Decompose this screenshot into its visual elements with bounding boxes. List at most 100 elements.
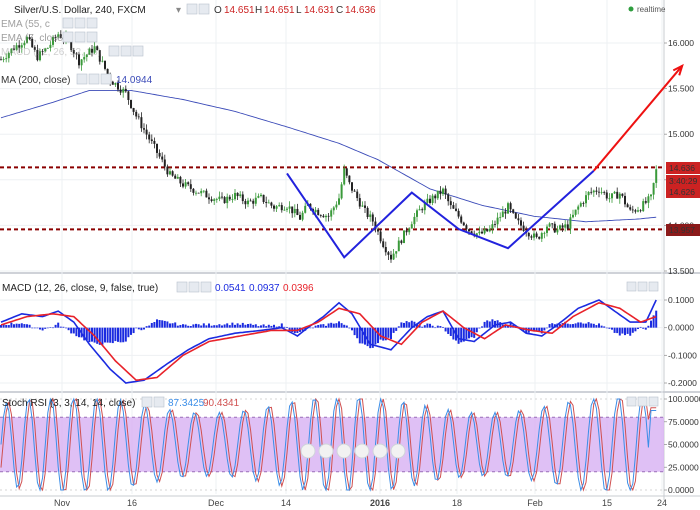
macd-hist-bar [616,327,619,334]
macd-hist-bar [618,327,621,336]
candle-body [501,211,504,218]
jump-to-end-icon[interactable] [390,443,406,459]
zoom-out-icon[interactable] [300,443,316,459]
close-icon[interactable] [200,281,212,293]
eye-icon[interactable] [62,17,74,29]
macd-hist-bar [543,327,546,331]
eye-icon[interactable] [76,73,88,85]
symbol-title[interactable]: Silver/U.S. Dollar, 240, FXCM [14,5,146,16]
candle-body [647,196,650,203]
eye-icon[interactable] [108,45,120,57]
reset-icon[interactable] [336,443,352,459]
settings-icon[interactable] [153,396,165,408]
candle-body [340,184,343,199]
chevron-down-icon[interactable]: ▾ [176,5,181,16]
macd-hist-bar [356,327,359,339]
eye-icon[interactable] [62,31,74,43]
candle-body [421,209,424,211]
chart-svg[interactable]: 16.00015.50015.00014.50014.00013.5000.10… [0,0,700,510]
pattern-lines[interactable] [286,169,595,259]
macd-hist-bar [423,325,426,328]
candle-body [184,182,187,187]
settings-icon[interactable] [120,45,132,57]
candle-body [652,182,655,195]
candle-body [262,194,265,202]
macd-hist-bar [192,324,195,328]
macd-hist-bar [629,327,632,336]
settings-icon[interactable] [74,31,86,43]
candle-body [221,196,223,198]
candle-body [171,171,174,176]
candle-body [213,199,216,201]
stoch-pane-controls[interactable] [626,396,659,407]
candle-body [244,201,247,205]
macd-hist-bar [340,323,343,328]
eye-icon[interactable] [141,396,153,408]
candle-body [455,208,457,211]
candle-body [592,190,595,193]
macd-hist-bar [20,323,23,328]
close-icon[interactable] [100,73,112,85]
study-legend-ema7[interactable]: EMA (7, close) [1,31,98,44]
scroll-left-icon[interactable] [354,443,370,459]
macd-hist-bar [28,324,31,328]
macd-legend[interactable]: MACD (12, 26, close, 9, false, true) 0.0… [2,281,314,294]
candle-body [603,191,606,193]
study-legend-ma200[interactable]: MA (200, close) 14.0944 [1,73,153,86]
move-down-icon[interactable] [637,281,648,292]
close-icon[interactable] [86,17,98,29]
candle-body [161,156,164,160]
macd-hist-bar [475,327,478,333]
ohlc-label-h: H [255,5,262,16]
move-up-icon[interactable] [626,396,637,407]
candle-body [101,60,104,62]
candle-body [644,201,647,203]
stoch-rsi-legend[interactable]: Stoch RSI (3, 3, 14, 14, close) 87.3425 … [2,396,240,409]
candle-body [595,190,598,192]
macd-hist-bar [101,327,104,345]
maximize-icon[interactable] [648,281,659,292]
macd-hist-bar [621,327,624,334]
candle-body [80,59,83,66]
settings-icon[interactable] [74,17,86,29]
candle-body [442,188,444,195]
candle-body [319,215,322,216]
macd-hist-bar [247,324,249,328]
macd-hist-bar [408,322,411,328]
macd-hist-bar [213,325,216,328]
macd-hist-bar [338,321,340,328]
zoom-in-icon[interactable] [318,443,334,459]
candle-body [296,208,299,215]
settings-icon[interactable] [88,73,100,85]
macd-hist-bar [156,319,158,328]
settings-icon[interactable] [198,3,210,15]
move-up-icon[interactable] [626,281,637,292]
maximize-icon[interactable] [648,396,659,407]
candle-body [208,197,210,200]
move-down-icon[interactable] [637,396,648,407]
macd-hist-bar [592,323,595,328]
macd-hist-bar [122,327,125,343]
x-tick-label: Dec [208,498,225,508]
close-icon[interactable] [86,31,98,43]
close-icon[interactable] [132,45,144,57]
eye-icon[interactable] [176,281,188,293]
candle-body [577,206,580,210]
macd-hist-bar [13,324,15,328]
study-legend-ema55[interactable]: EMA (55, c [1,17,98,30]
macd-hist-bar [577,322,580,328]
macd-hist-bar [215,325,218,328]
macd-hist-bar [400,322,403,328]
candle-body [387,252,390,255]
macd-hist-bar [254,324,257,328]
eye-icon[interactable] [186,3,198,15]
macd-hist-bar [127,327,130,338]
study-legend-macd[interactable]: MACD (12, 26, 52, 26) [1,45,144,58]
macd-hist-bar [379,327,382,340]
candle-body [249,200,252,202]
macd-hist-bar [330,322,333,328]
macd-hist-bar [130,327,132,335]
macd-pane-controls[interactable] [626,281,659,292]
settings-icon[interactable] [188,281,200,293]
scroll-right-icon[interactable] [372,443,388,459]
